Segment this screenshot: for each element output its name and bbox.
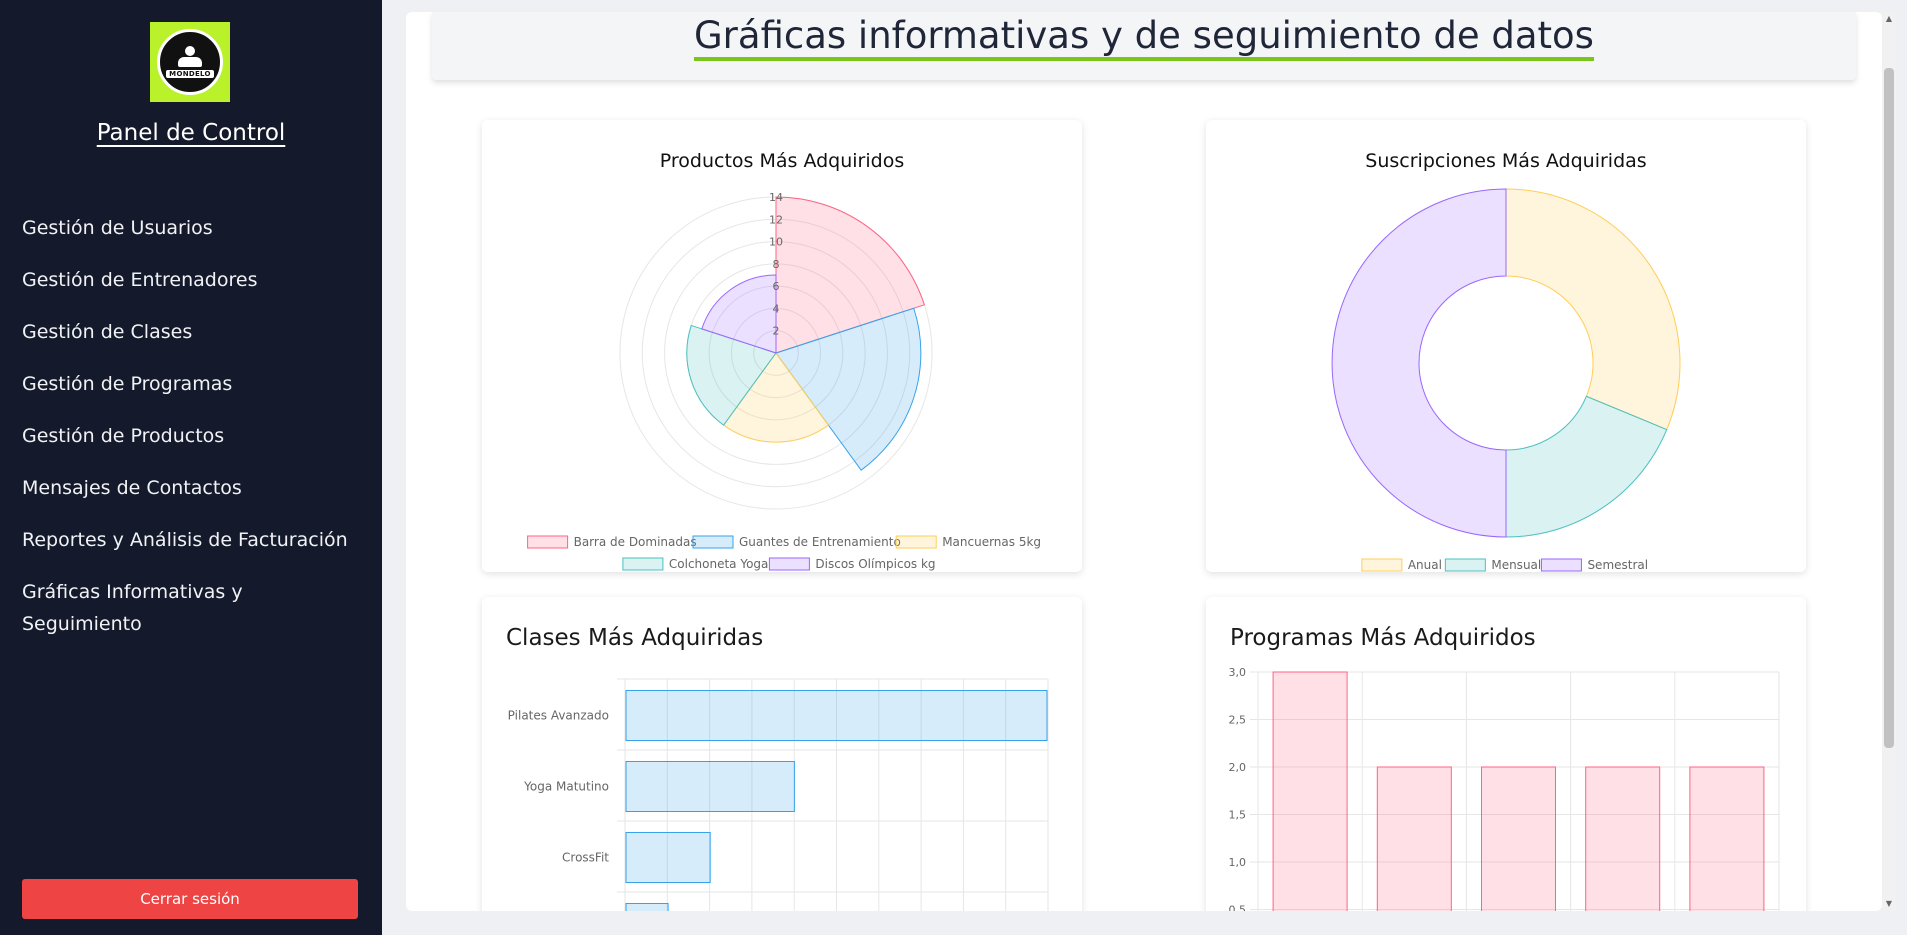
legend-swatch (1361, 558, 1403, 572)
polar-chart-productos: 2 4 6 8 10 12 14 Barra de Dominadas Guantes de E… (527, 191, 1041, 571)
y-tick-label: 3,0 (1229, 666, 1247, 679)
legend-label: Semestral (1587, 558, 1648, 572)
y-tick-label: 1,0 (1229, 856, 1247, 869)
doughnut-slice-anual[interactable] (1505, 188, 1681, 431)
category-label: Pilates Avanzado (508, 709, 609, 723)
legend-swatch (692, 535, 734, 549)
page-scrollbar[interactable]: ▲ ▼ (1882, 12, 1896, 911)
legend-swatch (527, 535, 569, 549)
y-tick-label: 2,5 (1229, 714, 1247, 727)
page-title: Gráficas informativas y de seguimiento d… (432, 14, 1856, 61)
polar-tick-label: 12 (769, 213, 783, 226)
legend-swatch (622, 557, 664, 571)
bar-pilates-avanzado[interactable] (625, 690, 1048, 741)
polar-tick-label: 14 (769, 191, 783, 204)
logout-button[interactable]: Cerrar sesión (22, 879, 358, 919)
sidebar-item-programas[interactable]: Gestión de Programas (22, 368, 367, 420)
legend-label: Mensual (1491, 558, 1541, 572)
bar-programa-4[interactable] (1585, 766, 1661, 911)
bar-item-3[interactable] (625, 903, 669, 912)
legend-item-anual[interactable]: Anual (1361, 558, 1442, 572)
legend-label: Anual (1408, 558, 1442, 572)
sidebar-item-productos[interactable]: Gestión de Productos (22, 420, 367, 472)
brand-logo[interactable]: MONDELO (150, 22, 230, 102)
flexing-arm-icon (176, 46, 204, 68)
bar-programa-1[interactable] (1272, 671, 1348, 911)
polar-tick-label: 2 (773, 325, 780, 338)
scrollbar-thumb[interactable] (1884, 68, 1894, 748)
category-label: Yoga Matutino (523, 780, 609, 794)
main-content: Gráficas informativas y de seguimiento d… (406, 12, 1882, 911)
legend-swatch (1444, 558, 1486, 572)
legend-item-colchoneta-yoga[interactable]: Colchoneta Yoga (622, 557, 769, 571)
legend-item-discos-olimpicos-kg[interactable]: Discos Olímpicos kg (768, 557, 936, 571)
scroll-down-icon[interactable]: ▼ (1884, 899, 1894, 909)
legend-label: Discos Olímpicos kg (815, 557, 935, 571)
card-suscripciones: Suscripciones Más Adquiridas Anual Mensua… (1206, 120, 1806, 572)
bar-programa-2[interactable] (1376, 766, 1452, 911)
legend-item-barra-de-dominadas[interactable]: Barra de Dominadas (527, 535, 697, 549)
card-productos: Productos Más Adquiridos 2 4 6 8 10 12 14 Barra… (482, 120, 1082, 572)
y-tick-label: 0,5 (1229, 904, 1247, 912)
sidebar-item-clases[interactable]: Gestión de Clases (22, 316, 367, 368)
sidebar-item-entrenadores[interactable]: Gestión de Entrenadores (22, 264, 367, 316)
bar-programa-3[interactable] (1481, 766, 1556, 911)
panel-title[interactable]: Panel de Control (0, 120, 382, 146)
polar-tick-label: 10 (769, 236, 783, 249)
legend-item-mancuernas-5kg[interactable]: Mancuernas 5kg (895, 535, 1041, 549)
bar-yoga-matutino[interactable] (625, 761, 795, 812)
doughnut-chart-suscripciones: Anual Mensual Semestral (1331, 188, 1681, 572)
bar-chart-clases: Pilates Avanzado Yoga Matutino CrossFit (508, 678, 1049, 912)
legend-swatch (768, 557, 810, 571)
sidebar-item-reportes[interactable]: Reportes y Análisis de Facturación (22, 524, 367, 576)
sidebar: MONDELO Panel de Control Gestión de Usua… (0, 0, 382, 935)
legend-label: Mancuernas 5kg (942, 535, 1041, 549)
legend-item-guantes-de-entrenamiento[interactable]: Guantes de Entrenamiento (692, 535, 901, 549)
y-tick-label: 2,0 (1229, 761, 1247, 774)
sidebar-item-mensajes[interactable]: Mensajes de Contactos (22, 472, 367, 524)
page-title-text: Gráficas informativas y de seguimiento d… (694, 14, 1594, 61)
legend-item-mensual[interactable]: Mensual (1444, 558, 1541, 572)
page-header: Gráficas informativas y de seguimiento d… (432, 12, 1856, 80)
polar-tick-label: 8 (773, 258, 780, 271)
polar-tick-label: 6 (773, 280, 780, 293)
y-tick-label: 1,5 (1229, 809, 1247, 822)
scroll-up-icon[interactable]: ▲ (1884, 14, 1894, 24)
legend-swatch (1540, 558, 1582, 572)
polar-tick-label: 4 (773, 302, 780, 315)
bar-chart-programas: 3,0 2,5 2,0 1,5 1,0 0,5 (1229, 666, 1780, 912)
sidebar-item-graficas[interactable]: Gráficas Informativas y Seguimiento (22, 576, 367, 635)
category-label: CrossFit (562, 851, 609, 865)
logo-emblem: MONDELO (157, 29, 223, 95)
doughnut-slice-semestral[interactable] (1331, 188, 1507, 538)
legend-label: Colchoneta Yoga (669, 557, 769, 571)
legend-item-semestral[interactable]: Semestral (1540, 558, 1648, 572)
legend-swatch (895, 535, 937, 549)
sidebar-item-usuarios[interactable]: Gestión de Usuarios (22, 212, 367, 264)
sidebar-nav: Gestión de Usuarios Gestión de Entrenado… (22, 212, 367, 635)
bar-programa-5[interactable] (1689, 766, 1765, 911)
legend-label: Barra de Dominadas (574, 535, 697, 549)
card-programas: Programas Más Adquiridos 3,0 2,5 2,0 1,5 1,0… (1206, 597, 1806, 911)
logo-text: MONDELO (166, 70, 214, 78)
bar-crossfit[interactable] (625, 832, 711, 883)
legend-label: Guantes de Entrenamiento (739, 535, 901, 549)
card-clases: Clases Más Adquiridas Pilates Avanzado Yo… (482, 597, 1082, 911)
